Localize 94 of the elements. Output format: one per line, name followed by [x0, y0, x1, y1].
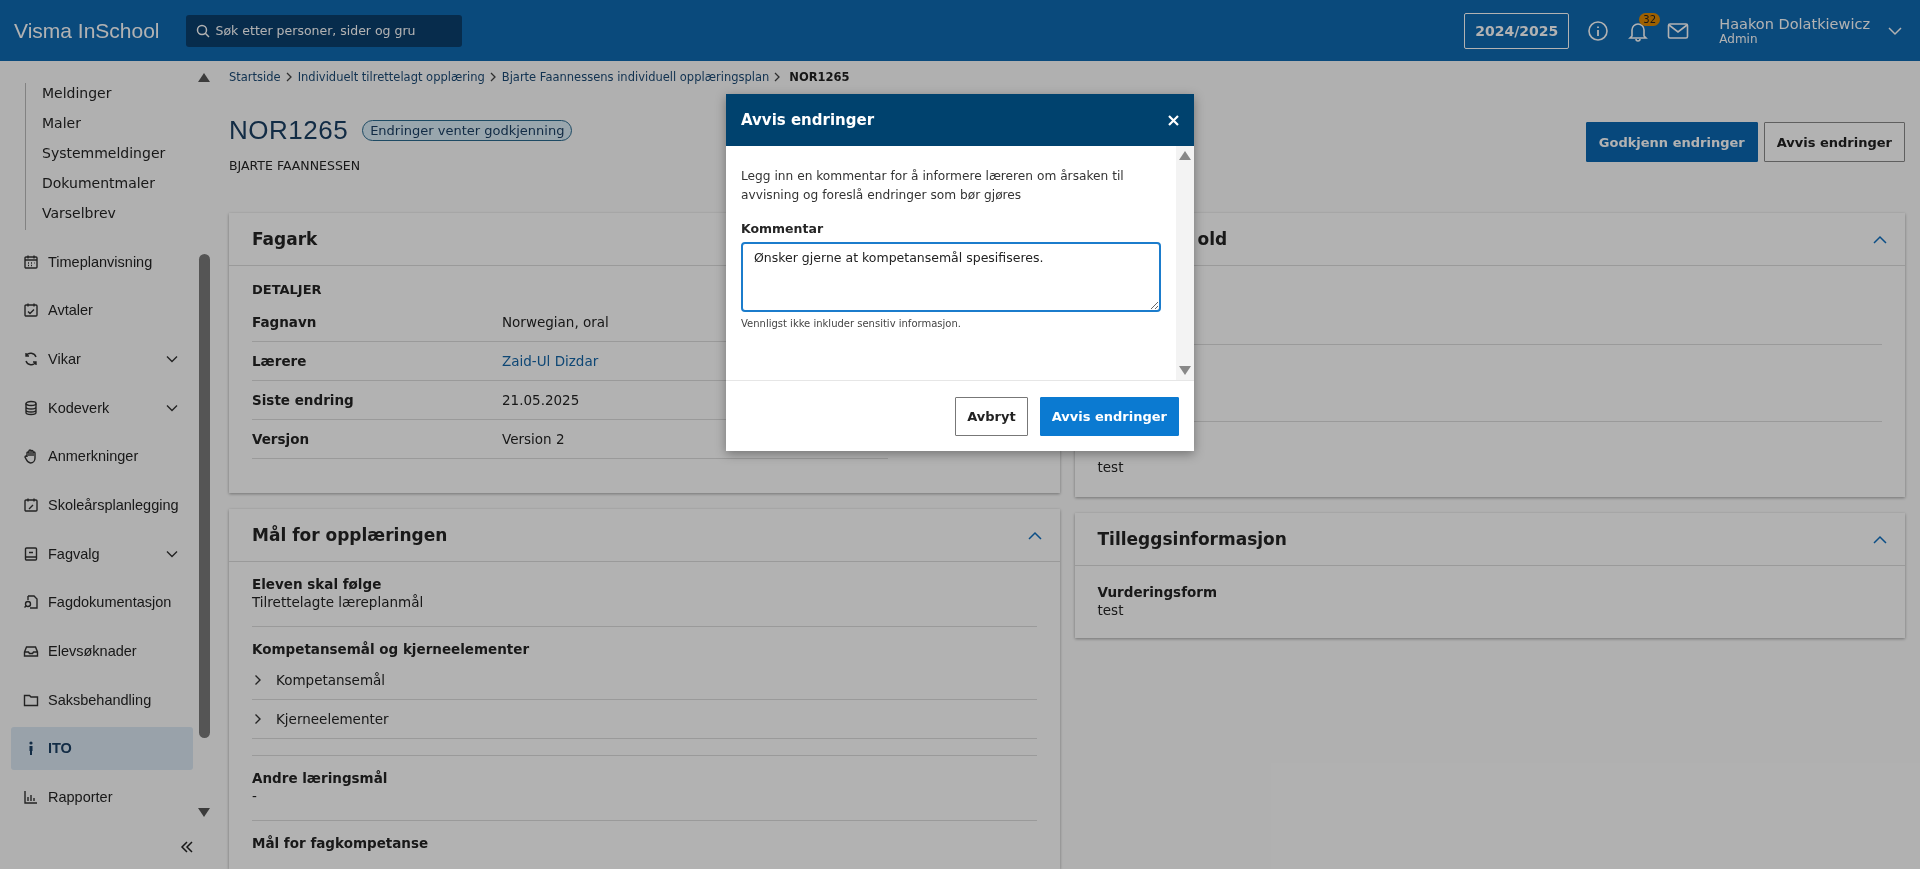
- field-value: test: [1097, 459, 1124, 475]
- field-label: Mål for fagkompetanse: [252, 835, 430, 851]
- student-name: BJARTE FAANNESSEN: [229, 158, 362, 173]
- calpen-icon: [23, 496, 39, 513]
- breadcrumb-link[interactable]: Startside: [229, 70, 281, 84]
- app-title[interactable]: Visma InSchool: [14, 18, 160, 43]
- cancel-button[interactable]: Avbryt: [955, 396, 1028, 436]
- breadcrumb-current: NOR1265: [789, 70, 850, 84]
- notification-badge: 32: [1639, 12, 1661, 26]
- sidebar-item[interactable]: Avtaler: [11, 288, 193, 332]
- submenu-item[interactable]: Systemmeldinger: [42, 143, 220, 164]
- submenu-item[interactable]: Maler: [42, 113, 220, 134]
- section-heading: DETALJER: [252, 282, 323, 297]
- refresh-icon: [23, 350, 39, 367]
- field-label: Kompetansemål og kjerneelementer: [252, 641, 531, 657]
- detail-label: Siste endring: [252, 392, 355, 408]
- calcheck-icon: [23, 302, 39, 319]
- scroll-up-icon[interactable]: [1179, 151, 1191, 160]
- reject-button[interactable]: Avvis endringer: [1039, 396, 1179, 436]
- info-icon[interactable]: [1587, 19, 1610, 42]
- card-title: Tilleggsinformasjon: [1097, 529, 1287, 549]
- field-value: Tilrettelagte læreplanmål: [252, 594, 425, 610]
- sidebar-item[interactable]: Skoleårsplanlegging: [11, 483, 193, 527]
- calendar-icon: [23, 253, 39, 270]
- chevron-up-icon[interactable]: [1027, 530, 1042, 540]
- dialog-title: Avvis endringer: [741, 111, 875, 129]
- breadcrumb-link[interactable]: Individuelt tilrettelagt opplæring: [297, 70, 485, 84]
- board-icon: [23, 545, 39, 562]
- field-value: test: [1097, 602, 1125, 618]
- search-field[interactable]: Søk etter personer, sider og gru: [185, 14, 462, 47]
- detail-label: Versjon: [252, 431, 311, 447]
- detail-value: Norwegian, oral: [502, 314, 609, 330]
- search-icon: [195, 23, 210, 38]
- chart-icon: [23, 789, 39, 806]
- user-role: Admin: [1719, 31, 1759, 46]
- comment-field[interactable]: Ønsker gjerne at kompetansemål spesifiseres.: [741, 242, 1161, 312]
- card-title: Fagark: [252, 229, 318, 249]
- sidebar-item[interactable]: Vikar: [11, 337, 193, 381]
- field-label: Kommentar: [741, 221, 825, 236]
- field-label: Eleven skal følge: [252, 576, 383, 592]
- dialog-text: Legg inn en kommentar for å informere læreren om årsaken til avvisning og foreslå endringer som bør gjøres: [741, 168, 1125, 204]
- chevron-right-icon: [254, 674, 262, 686]
- inbox-icon: [23, 643, 39, 659]
- sidebar-item[interactable]: Timeplanvisning: [11, 240, 193, 283]
- reject-button[interactable]: Avvis endringer: [1763, 122, 1905, 162]
- detail-value: Version 2: [502, 431, 565, 447]
- chevron-up-icon[interactable]: [1873, 234, 1887, 244]
- mail-icon[interactable]: [1667, 21, 1690, 40]
- page-title: NOR1265: [229, 115, 349, 146]
- expandable-row[interactable]: Kjerneelementer: [252, 700, 1037, 739]
- chevron-right-icon: [489, 72, 497, 82]
- submenu-item[interactable]: Varselbrev: [42, 203, 220, 224]
- detail-value: 21.05.2025: [502, 392, 580, 408]
- status-badge: Endringer venter godkjenning: [362, 120, 573, 141]
- chevron-up-icon[interactable]: [1873, 534, 1887, 544]
- chevron-down-icon[interactable]: [166, 549, 178, 558]
- detail-label: Lærere: [252, 353, 308, 369]
- teacher-link[interactable]: Zaid-Ul Dizdar: [502, 353, 599, 369]
- sidebar-item[interactable]: Kodeverk: [11, 386, 193, 430]
- approve-button[interactable]: Godkjenn endringer: [1585, 122, 1758, 162]
- expandable-row[interactable]: Kompetansemål: [252, 661, 1037, 700]
- close-icon[interactable]: [1168, 114, 1179, 126]
- submenu-item[interactable]: Dokumentmaler: [42, 173, 220, 194]
- field-label: Andre læringsmål: [252, 770, 389, 786]
- card-title: old: [1196, 229, 1228, 249]
- sidebar-item[interactable]: Rapporter: [11, 775, 193, 819]
- sidebar-item[interactable]: ITO: [11, 726, 193, 770]
- breadcrumb-link[interactable]: Bjarte Faannessens individuell opplæringsplan: [501, 70, 770, 84]
- help-text: Vennligst ikke inkluder sensitiv informasjon.: [741, 318, 962, 329]
- collapse-icon[interactable]: [180, 841, 194, 853]
- sidebar-item[interactable]: Fagvalg: [11, 532, 193, 576]
- sidebar-item[interactable]: Fagdokumentasjon: [11, 580, 193, 624]
- sidebar-item[interactable]: Saksbehandling: [11, 678, 193, 722]
- user-name[interactable]: Haakon Dolatkiewicz: [1719, 15, 1870, 32]
- field-value: -: [252, 788, 258, 804]
- sidebar-item[interactable]: Anmerkninger: [11, 434, 193, 478]
- field-label: Vurderingsform: [1097, 584, 1219, 600]
- scroll-down-icon[interactable]: [1179, 366, 1191, 375]
- chevron-right-icon: [254, 713, 262, 725]
- detail-label: Fagnavn: [252, 314, 318, 330]
- chevron-down-icon[interactable]: [166, 354, 178, 363]
- sidebar-item[interactable]: Elevsøknader: [11, 629, 193, 673]
- scroll-down-icon[interactable]: [198, 808, 210, 817]
- submenu-item[interactable]: Meldinger: [42, 83, 220, 104]
- chevron-down-icon[interactable]: [166, 403, 178, 412]
- hand-icon: [23, 448, 39, 465]
- chevron-right-icon: [774, 72, 782, 82]
- scroll-up-icon[interactable]: [198, 73, 210, 82]
- school-year-button[interactable]: 2024/2025: [1464, 12, 1570, 49]
- card-title: Mål for opplæringen: [252, 525, 448, 545]
- chevron-right-icon: [285, 72, 293, 82]
- database-icon: [23, 399, 39, 416]
- scrollbar-thumb[interactable]: [199, 254, 210, 738]
- docsearch-icon: [23, 594, 39, 611]
